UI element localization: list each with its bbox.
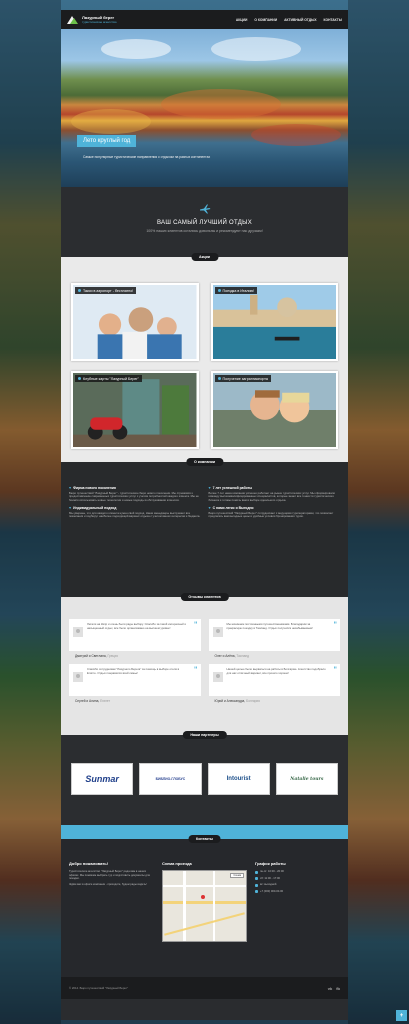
clock-icon — [255, 883, 258, 887]
clock-icon — [255, 870, 258, 874]
hours-column: График работы пн-пт: 10:00 - 20:00 сб: 1… — [255, 861, 286, 893]
heart-icon: ♥ — [69, 506, 72, 511]
heart-icon: ♥ — [208, 486, 211, 490]
nav-item-contacts[interactable]: Контакты — [324, 18, 342, 22]
promo-card[interactable]: Поездка в Италию! — [210, 283, 338, 361]
promo-image-passport — [212, 373, 336, 447]
background-right — [348, 0, 409, 1024]
bullet-icon — [78, 289, 81, 292]
nav-item-about[interactable]: О компании — [254, 18, 277, 22]
promos-grid: Такси в аэропорт - бесплатно! Поездка в … — [61, 257, 348, 462]
footer: © 2014. Бюро путешествий "Лазурный Берег… — [61, 977, 348, 999]
welcome-column: Добро пожаловать! Туристическое агентств… — [69, 861, 150, 886]
avatar-icon — [212, 627, 223, 637]
section-title-promos: Акции — [190, 253, 219, 261]
promo-image-taxi — [73, 285, 197, 359]
partner-logo-biblio-globus[interactable]: БИБЛИО-ГЛОБУС — [139, 763, 202, 795]
background-left — [0, 0, 61, 1024]
promo-card[interactable]: Получение загранпаспорта — [210, 371, 338, 449]
quote-icon: " — [333, 665, 337, 674]
top-navbar: Лазурный берег туристическое агентство А… — [61, 10, 348, 29]
partner-logo-natalie-tours[interactable]: Natalie tours — [275, 763, 338, 795]
map-column: Схема проезда Схема — [162, 861, 247, 942]
promo-label: Поездка в Италию! — [214, 287, 258, 294]
promo-label: Клубные карты "Лазурный Берег" — [75, 375, 142, 382]
logo-icon — [67, 15, 79, 25]
avatar-icon — [212, 672, 223, 682]
review-card: Мы начинаем постоянными путешественникам… — [208, 619, 340, 658]
main-nav: Акции О компании Активный отдых Контакты — [236, 18, 342, 22]
heart-icon: ♥ — [69, 486, 72, 490]
social-links: vk fb — [328, 986, 340, 991]
promo-label: Такси в аэропорт - бесплатно! — [75, 287, 137, 294]
heart-icon: ♥ — [208, 506, 211, 511]
partners-section: Sunmar БИБЛИО-ГЛОБУС Intourist Natalie t… — [61, 735, 348, 825]
reviews-section: Летали на Кипр и очень были рады выбору.… — [61, 597, 348, 735]
section-title-partners: Наши партнеры — [182, 731, 227, 739]
about-item: ♥ Индивидуальный подход Мы уверены, что д… — [69, 506, 201, 519]
bullet-icon — [217, 377, 221, 380]
avatar-icon — [73, 627, 83, 637]
about-section: ♥ Фирма нового поколения Бюро путешествий… — [61, 462, 348, 597]
promo-card[interactable]: Такси в аэропорт - бесплатно! — [71, 283, 199, 361]
about-item: ♥ 7 лет успешной работы Более 7 лет наша … — [208, 486, 335, 502]
partner-logo-sunmar[interactable]: Sunmar — [71, 763, 134, 795]
about-item: ♥ С нами легко и Выгодно Бюро путешествий… — [208, 506, 334, 519]
copyright: © 2014. Бюро путешествий "Лазурный Берег… — [69, 986, 128, 990]
logo-subtitle: туристическое агентство — [82, 19, 117, 24]
promo-card[interactable]: Клубные карты "Лазурный Берег" — [71, 371, 199, 449]
phone-icon — [255, 890, 258, 893]
slogan-title: Ваш самый лучший отдых — [156, 220, 253, 226]
map-widget[interactable]: Схема — [162, 870, 247, 942]
slogan-section: Ваш самый лучший отдых 100% наших клиент… — [61, 187, 348, 257]
section-title-reviews: Отзывы клиентов — [180, 593, 229, 601]
map-pin-icon — [201, 895, 205, 899]
promo-label: Получение загранпаспорта — [214, 375, 271, 382]
about-item: ♥ Фирма нового поколения Бюро путешествий… — [69, 486, 199, 502]
page: Лазурный берег туристическое агентство А… — [61, 10, 348, 1020]
partner-logo-intourist[interactable]: Intourist — [207, 763, 270, 795]
promo-image-italy — [212, 285, 336, 359]
slogan-subtitle: 100% наших клиентов остались довольны и … — [146, 229, 263, 233]
avatar-icon — [73, 672, 83, 682]
hero-title: Лето круглый год — [77, 135, 137, 147]
section-title-contacts: Контакты — [188, 835, 221, 843]
vk-icon[interactable]: vk — [328, 986, 332, 991]
section-title-about: О компании — [185, 458, 224, 466]
clock-icon — [255, 877, 258, 880]
logo[interactable]: Лазурный берег туристическое агентство — [67, 15, 116, 25]
review-card: Нашей целью было вырваться на работы в Б… — [208, 664, 340, 703]
plane-icon — [199, 204, 210, 214]
quote-icon: " — [333, 620, 337, 629]
scroll-top-button[interactable]: + — [396, 1010, 407, 1021]
nav-item-promos[interactable]: Акции — [236, 18, 248, 22]
quote-icon: " — [193, 620, 198, 629]
quote-icon: " — [193, 665, 198, 674]
bullet-icon — [217, 289, 221, 292]
nav-item-active-rest[interactable]: Активный отдых — [284, 18, 316, 22]
bullet-icon — [78, 377, 81, 380]
fb-icon[interactable]: fb — [336, 986, 340, 991]
contacts-section: Добро пожаловать! Туристическое агентств… — [61, 839, 348, 977]
review-card: Спасибо сотрудникам "Лазурного Берега" з… — [69, 664, 201, 703]
hero-text: Самые популярные туристические направлен… — [83, 155, 211, 159]
promo-image-clubcards — [73, 373, 197, 447]
hero-banner: Лето круглый год Самые популярные турист… — [61, 29, 348, 187]
review-card: Летали на Кипр и очень были рады выбору.… — [69, 619, 201, 658]
map-type-select[interactable]: Схема — [230, 873, 244, 878]
